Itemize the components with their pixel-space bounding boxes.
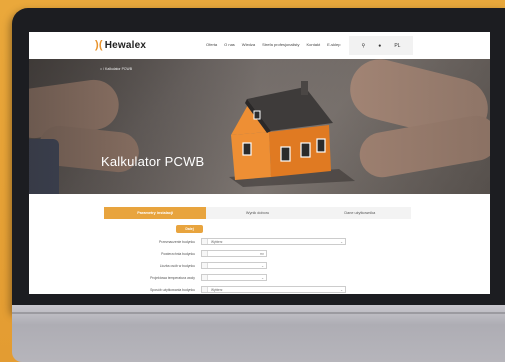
chevron-down-icon: ⌄ bbox=[340, 239, 343, 244]
usage-select[interactable]: Wybierz ⌄ bbox=[201, 286, 346, 293]
form-row-persons: Liczba osób w budynku ⌄ bbox=[139, 262, 267, 269]
search-icon[interactable]: ⚲ bbox=[362, 43, 366, 49]
chevron-down-icon: ⌄ bbox=[261, 263, 264, 268]
user-icon[interactable]: ● bbox=[378, 43, 381, 49]
site-header: )( Hewalex Oferta O nas Wiedza Strefa pr… bbox=[29, 32, 490, 59]
page-title: Kalkulator PCWB bbox=[101, 154, 205, 169]
persons-select[interactable]: ⌄ bbox=[201, 262, 267, 269]
next-button[interactable]: Dalej bbox=[176, 225, 203, 233]
calculator-section: Parametry instalacji Wynik doboru Dane u… bbox=[29, 194, 490, 294]
logo-text: Hewalex bbox=[104, 39, 147, 51]
field-prefix bbox=[202, 263, 208, 268]
language-selector[interactable]: PL bbox=[394, 43, 400, 49]
logo-mark-icon: )( bbox=[95, 39, 103, 51]
form-row-building-area: Powierzchnia budynku m² bbox=[139, 250, 267, 257]
field-value: Wybierz bbox=[211, 287, 223, 292]
form-label: Liczba osób w budynku bbox=[159, 263, 195, 268]
tab-parametry-instalacji[interactable]: Parametry instalacji bbox=[104, 207, 207, 219]
chevron-down-icon: ⌄ bbox=[261, 275, 264, 280]
nav-item-wiedza[interactable]: Wiedza bbox=[242, 42, 255, 47]
form-label: Projektowa temperatura wody bbox=[150, 275, 195, 280]
field-value: Wybierz bbox=[211, 239, 223, 244]
form-row-building-purpose: Przeznaczenie budynku Wybierz ⌄ bbox=[139, 238, 346, 245]
field-prefix bbox=[202, 275, 208, 280]
form-label: Powierzchnia budynku bbox=[161, 251, 195, 256]
unit-label: m² bbox=[259, 251, 264, 256]
nav-item-kontakt[interactable]: Kontakt bbox=[307, 42, 321, 47]
building-purpose-select[interactable]: Wybierz ⌄ bbox=[201, 238, 346, 245]
form-label: Sposób użytkowania budynku bbox=[150, 287, 195, 292]
monitor-chin-line bbox=[12, 312, 505, 314]
tab-wynik-doboru[interactable]: Wynik doboru bbox=[206, 207, 308, 219]
breadcrumb[interactable]: ⌂ / Kalkulator PCWB bbox=[100, 67, 132, 71]
house-model-image bbox=[229, 81, 355, 187]
calculator-steps: Parametry instalacji Wynik doboru Dane u… bbox=[104, 207, 411, 219]
nav-item-oferta[interactable]: Oferta bbox=[206, 42, 217, 47]
header-tools: ⚲ ● PL bbox=[349, 36, 413, 55]
nav-item-o-nas[interactable]: O nas bbox=[224, 42, 235, 47]
building-area-input[interactable]: m² bbox=[201, 250, 267, 257]
form-row-usage: Sposób użytkowania budynku Wybierz ⌄ bbox=[139, 286, 346, 293]
chevron-down-icon: ⌄ bbox=[340, 287, 343, 292]
nav-item-strefa-profesjonalisty[interactable]: Strefa profesjonalisty bbox=[262, 42, 299, 47]
water-temperature-select[interactable]: ⌄ bbox=[201, 274, 267, 281]
browser-screen: )( Hewalex Oferta O nas Wiedza Strefa pr… bbox=[29, 32, 490, 294]
form-row-water-temperature: Projektowa temperatura wody ⌄ bbox=[139, 274, 267, 281]
main-navigation: Oferta O nas Wiedza Strefa profesjonalis… bbox=[206, 42, 340, 47]
form-label: Przeznaczenie budynku bbox=[158, 239, 195, 244]
hero-banner: ⌂ / Kalkulator PCWB Kalkulator PCWB bbox=[29, 59, 490, 194]
nav-item-e-sklep[interactable]: E-sklep bbox=[327, 42, 340, 47]
site-logo[interactable]: )( Hewalex bbox=[95, 39, 146, 51]
tab-dane-uzytkownika[interactable]: Dane użytkownika bbox=[309, 207, 411, 219]
field-prefix bbox=[202, 251, 208, 256]
